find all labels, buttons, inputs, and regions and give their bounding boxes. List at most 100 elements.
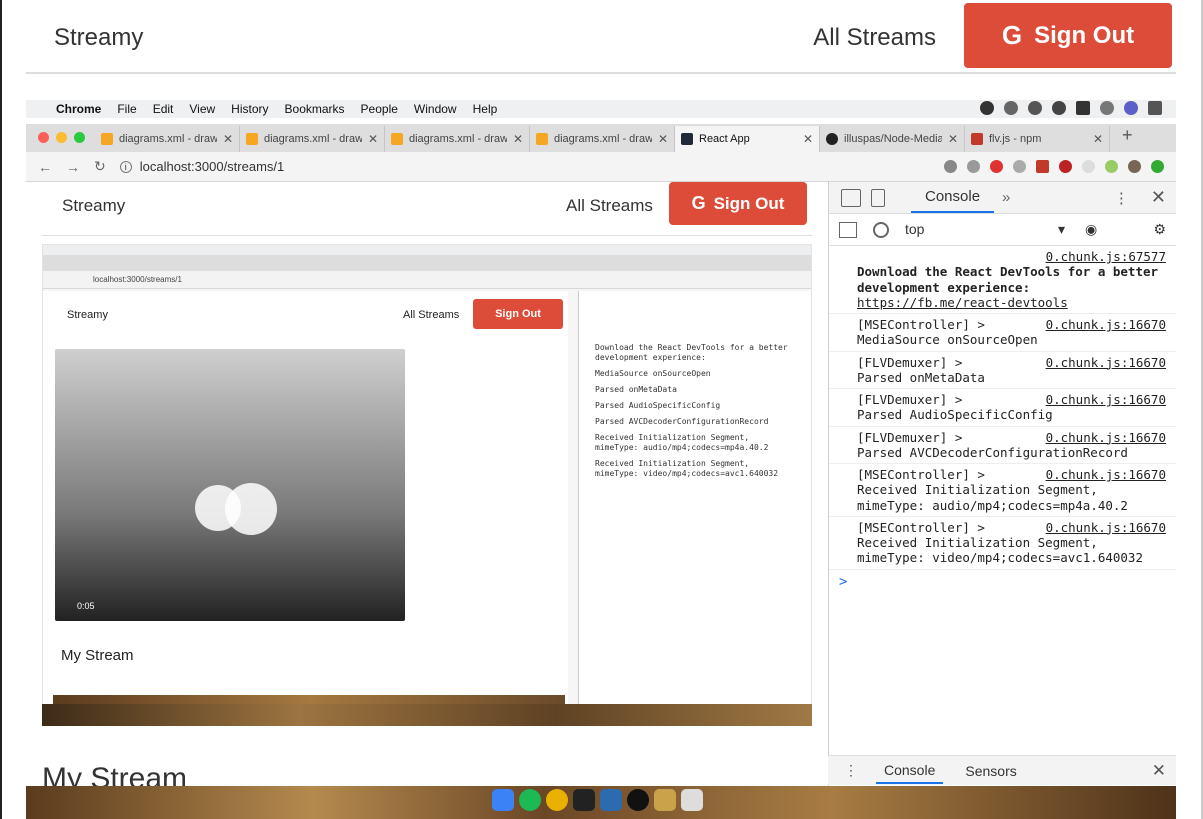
inner-brand-link[interactable]: Streamy xyxy=(62,196,125,216)
glasses-icon[interactable] xyxy=(1004,101,1018,115)
coffee-icon[interactable] xyxy=(1028,101,1042,115)
url-text[interactable]: localhost:3000/streams/1 xyxy=(140,159,285,174)
close-tab-icon[interactable]: ✕ xyxy=(1093,132,1103,146)
obs-icon[interactable] xyxy=(627,789,649,811)
close-devtools-icon[interactable]: ✕ xyxy=(1151,187,1166,208)
source-link[interactable]: 0.chunk.js:16670 xyxy=(1046,520,1166,535)
live-expression-eye-icon[interactable]: ◉ xyxy=(1085,221,1097,238)
tab-strip: diagrams.xml - draw ✕ diagrams.xml - dra… xyxy=(26,124,1176,152)
minimize-window-icon[interactable] xyxy=(56,132,67,143)
mac-dock xyxy=(26,786,1176,819)
extension-icon[interactable] xyxy=(1082,160,1095,173)
drawer-tab-console[interactable]: Console xyxy=(876,758,944,784)
video-stream-frame[interactable]: localhost:3000/streams/1 Streamy All Str… xyxy=(42,244,812,714)
trash-icon[interactable] xyxy=(681,789,703,811)
sidebar-toggle-icon[interactable] xyxy=(839,221,857,238)
battery-icon[interactable] xyxy=(1076,101,1090,115)
reload-icon[interactable]: ↻ xyxy=(94,158,106,175)
close-drawer-icon[interactable]: ✕ xyxy=(1152,761,1166,781)
clear-console-icon[interactable] xyxy=(873,221,889,238)
drawer-tab-sensors[interactable]: Sensors xyxy=(965,763,1016,779)
tab-diagrams-3[interactable]: diagrams.xml - draw ✕ xyxy=(385,126,530,152)
extensions-area xyxy=(944,160,1176,173)
nested-console-line: Download the React DevTools for a better… xyxy=(595,343,788,362)
source-link[interactable]: 0.chunk.js:16670 xyxy=(1046,392,1166,407)
menu-chrome[interactable]: Chrome xyxy=(56,102,101,116)
menu-edit[interactable]: Edit xyxy=(153,102,174,116)
tab-flvjs[interactable]: flv.js - npm ✕ xyxy=(965,126,1110,152)
extension-icon[interactable] xyxy=(1105,160,1118,173)
search-icon[interactable] xyxy=(1100,101,1114,115)
profile-avatar[interactable] xyxy=(1128,160,1141,173)
menu-view[interactable]: View xyxy=(189,102,215,116)
extension-icon[interactable] xyxy=(1036,160,1049,173)
console-prompt[interactable]: > xyxy=(829,570,1176,594)
menu-file[interactable]: File xyxy=(117,102,136,116)
tab-title: diagrams.xml - draw xyxy=(554,133,652,145)
nested-console-line: Parsed AVCDecoderConfigurationRecord xyxy=(595,417,769,426)
console-settings-gear-icon[interactable]: ⚙ xyxy=(1153,221,1166,238)
more-tabs-icon[interactable]: » xyxy=(1002,189,1010,206)
source-link[interactable]: 0.chunk.js:16670 xyxy=(1046,430,1166,445)
css-icon[interactable] xyxy=(1013,160,1026,173)
shield-icon[interactable] xyxy=(1059,160,1072,173)
vscode-icon[interactable] xyxy=(600,789,622,811)
list-icon[interactable] xyxy=(1148,101,1162,115)
source-link[interactable]: 0.chunk.js:67577 xyxy=(857,249,1166,264)
app-icon[interactable] xyxy=(654,789,676,811)
tab-react-app[interactable]: React App ✕ xyxy=(675,126,820,152)
source-link[interactable]: 0.chunk.js:16670 xyxy=(1046,467,1166,482)
menu-bookmarks[interactable]: Bookmarks xyxy=(285,102,345,116)
new-tab-button[interactable]: + xyxy=(1110,125,1143,152)
zoom-window-icon[interactable] xyxy=(74,132,85,143)
message-text: MediaSource onSourceOpen xyxy=(857,332,1038,348)
menu-people[interactable]: People xyxy=(361,102,398,116)
close-window-icon[interactable] xyxy=(38,132,49,143)
address-bar[interactable]: i localhost:3000/streams/1 xyxy=(119,159,930,174)
source-link[interactable]: 0.chunk.js:16670 xyxy=(1046,355,1166,370)
extension-icon[interactable] xyxy=(1151,160,1164,173)
drawer-menu-icon[interactable]: ⋮ xyxy=(844,762,858,779)
console-tab[interactable]: Console xyxy=(911,182,995,213)
tab-node-media[interactable]: illuspas/Node-Media ✕ xyxy=(820,126,965,152)
console-message: [MSEController] > 0.chunk.js:16670 Receiv… xyxy=(829,464,1176,517)
terminal-icon[interactable] xyxy=(573,789,595,811)
menu-history[interactable]: History xyxy=(231,102,268,116)
close-tab-icon[interactable]: ✕ xyxy=(368,132,378,146)
siri-icon[interactable] xyxy=(1124,101,1138,115)
tab-diagrams-2[interactable]: diagrams.xml - draw ✕ xyxy=(240,126,385,152)
devtools-menu-icon[interactable]: ⋮ xyxy=(1114,189,1129,207)
inner-sign-out-button[interactable]: G Sign Out xyxy=(669,182,807,225)
wifi-icon[interactable] xyxy=(1052,101,1066,115)
tab-title: React App xyxy=(699,133,750,145)
obs-icon[interactable] xyxy=(980,101,994,115)
close-tab-icon[interactable]: ✕ xyxy=(803,132,813,146)
bookmark-star-icon[interactable] xyxy=(967,160,980,173)
close-tab-icon[interactable]: ✕ xyxy=(658,132,668,146)
nested-page: Streamy All Streams Sign Out 0:05 My Str… xyxy=(43,291,568,713)
spotify-icon[interactable] xyxy=(519,789,541,811)
chrome-icon[interactable] xyxy=(546,789,568,811)
source-link[interactable]: 0.chunk.js:16670 xyxy=(1046,317,1166,332)
devtools-link[interactable]: https://fb.me/react-devtools xyxy=(857,295,1068,310)
close-tab-icon[interactable]: ✕ xyxy=(513,132,523,146)
all-streams-link[interactable]: All Streams xyxy=(813,24,936,52)
sign-out-button[interactable]: G Sign Out xyxy=(964,3,1172,68)
finder-icon[interactable] xyxy=(492,789,514,811)
zoom-icon[interactable] xyxy=(944,160,957,173)
inner-all-streams-link[interactable]: All Streams xyxy=(566,196,653,216)
tab-diagrams-1[interactable]: diagrams.xml - draw ✕ xyxy=(95,126,240,152)
back-arrow-icon[interactable]: ← xyxy=(38,159,52,175)
forward-arrow-icon[interactable]: → xyxy=(66,159,80,175)
inspect-element-icon[interactable] xyxy=(841,188,861,207)
context-selector[interactable]: top ▾ xyxy=(905,221,1065,238)
tab-diagrams-4[interactable]: diagrams.xml - draw ✕ xyxy=(530,126,675,152)
info-icon[interactable]: i xyxy=(119,160,132,173)
opera-icon[interactable] xyxy=(990,160,1003,173)
close-tab-icon[interactable]: ✕ xyxy=(223,132,233,146)
menu-window[interactable]: Window xyxy=(414,102,457,116)
menu-help[interactable]: Help xyxy=(473,102,498,116)
close-tab-icon[interactable]: ✕ xyxy=(948,132,958,146)
device-toolbar-icon[interactable] xyxy=(871,188,885,207)
brand-link[interactable]: Streamy xyxy=(54,24,143,52)
